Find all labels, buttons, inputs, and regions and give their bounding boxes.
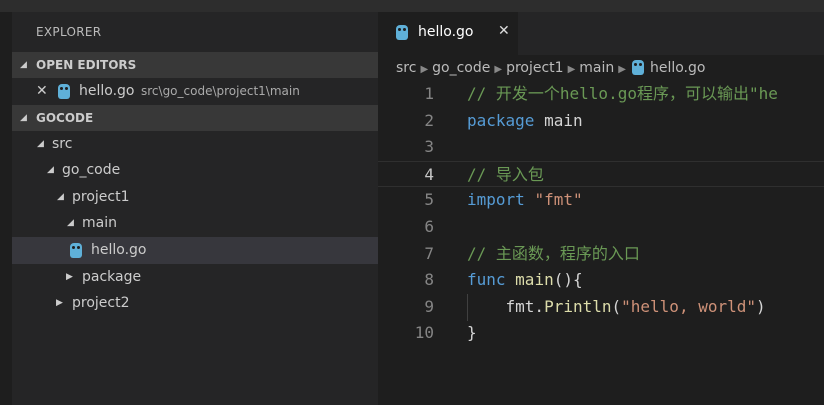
collapse-triangle-icon: ◢ [20, 112, 27, 123]
code-text: // 导入包 [467, 162, 544, 189]
chevron-right-icon: ▶ [567, 64, 576, 75]
code-token: // 导入包 [467, 164, 544, 184]
tree-label: hello.go [91, 241, 147, 258]
line-number: 6 [424, 217, 434, 236]
tree-item-main[interactable]: ◢ main [12, 210, 378, 237]
code-line[interactable]: 7 // 主函数，程序的入口 [378, 241, 824, 268]
collapsed-arrow-icon: ▶ [56, 298, 63, 309]
window-top-strip [0, 0, 824, 12]
code-token: func [467, 270, 506, 290]
code-token: (){ [553, 270, 583, 290]
line-number: 5 [424, 190, 434, 210]
code-token: package [467, 110, 535, 130]
open-editors-label: OPEN EDITORS [36, 58, 137, 72]
explorer-title: EXPLORER [36, 25, 102, 39]
code-editor: hello.go ✕ src ▶ go_code ▶ project1 ▶ main ▶ hel… [378, 12, 824, 405]
breadcrumb: src ▶ go_code ▶ project1 ▶ main ▶ hello.go [378, 55, 824, 81]
line-number: 7 [424, 243, 434, 263]
line-number: 1 [424, 84, 434, 103]
collapsed-arrow-icon: ▶ [66, 271, 73, 282]
breadcrumb-item[interactable]: project1 [506, 60, 564, 76]
tree-label: main [82, 215, 117, 232]
line-number: 2 [424, 110, 434, 130]
line-number: 10 [414, 323, 434, 343]
chevron-right-icon: ▶ [618, 64, 626, 75]
code-line[interactable]: 9 fmt.Println("hello, world") [378, 294, 824, 321]
line-number: 4 [424, 164, 434, 184]
code-token: "fmt" [534, 190, 583, 210]
code-text: // 主函数，程序的入口 [467, 241, 640, 268]
breadcrumb-item[interactable]: go_code [432, 60, 490, 76]
code-token: // 主函数，程序的入口 [467, 243, 640, 263]
code-text: package main [467, 108, 583, 135]
collapse-triangle-icon: ◢ [20, 60, 27, 70]
gocode-folder-header[interactable]: ◢ GOCODE [12, 104, 378, 131]
code-line[interactable]: 3 [378, 134, 824, 161]
breadcrumb-item[interactable]: hello.go [650, 60, 706, 76]
code-token: ( [611, 296, 622, 316]
expanded-arrow-icon: ◢ [47, 165, 54, 176]
code-text: fmt.Println("hello, world") [467, 294, 766, 321]
go-file-icon [396, 25, 408, 40]
expanded-arrow-icon: ◢ [57, 191, 64, 202]
tree-item-src[interactable]: ◢ src [12, 131, 378, 158]
open-editor-filename: hello.go [79, 83, 135, 99]
code-line[interactable]: 6 [378, 214, 824, 241]
go-file-icon [58, 84, 70, 99]
open-editors-header[interactable]: ◢ OPEN EDITORS [12, 52, 378, 78]
go-file-icon [70, 242, 82, 258]
open-editor-path: src\go_code\project1\main [141, 84, 300, 98]
code-line[interactable]: 2 package main [378, 108, 824, 135]
gocode-label: GOCODE [36, 110, 94, 125]
code-text: import "fmt" [467, 187, 583, 214]
code-token: main [515, 270, 554, 290]
close-icon[interactable]: ✕ [36, 78, 48, 105]
chevron-right-icon: ▶ [494, 64, 503, 75]
breadcrumb-item[interactable]: main [579, 60, 614, 76]
code-line[interactable]: 5 import "fmt" [378, 187, 824, 214]
code-token: ) [756, 296, 766, 316]
chevron-right-icon: ▶ [420, 64, 429, 75]
code-text: func main(){ [467, 267, 583, 294]
code-line[interactable]: 8 func main(){ [378, 267, 824, 294]
code-token: main [534, 110, 583, 130]
indent-guide [467, 293, 468, 321]
expanded-arrow-icon: ◢ [37, 138, 44, 149]
close-icon[interactable]: ✕ [498, 23, 510, 39]
line-number: 3 [424, 137, 434, 157]
code-text: } [467, 320, 477, 347]
tree-item-go-code[interactable]: ◢ go_code [12, 157, 378, 184]
code-token: fmt. [467, 296, 545, 316]
tree-label: src [52, 135, 73, 152]
tree-item-project2[interactable]: ▶ project2 [12, 290, 378, 317]
code-token: } [467, 323, 477, 343]
tree-item-hello-go[interactable]: hello.go [12, 236, 378, 264]
open-editor-item[interactable]: ✕ hello.go src\go_code\project1\main [12, 78, 378, 105]
breadcrumb-item[interactable]: src [396, 60, 416, 76]
code-token: // 开发一个hello.go程序，可以输出"he [467, 84, 778, 103]
tab-bar: hello.go ✕ [378, 12, 824, 55]
explorer-sidebar: EXPLORER ◢ OPEN EDITORS ✕ hello.go src\g… [12, 12, 378, 405]
tab-label: hello.go [418, 24, 474, 40]
tree-label: project1 [72, 188, 130, 205]
tab-hello-go[interactable]: hello.go ✕ [378, 12, 518, 55]
tree-label: go_code [62, 162, 121, 179]
tree-item-package[interactable]: ▶ package [12, 264, 378, 291]
tree-label: project2 [72, 295, 130, 312]
code-line[interactable]: 4 // 导入包 [378, 160, 824, 189]
code-token: Println [544, 296, 612, 316]
code-token: "hello, world" [621, 296, 756, 316]
code-token: import [467, 190, 525, 210]
code-text: // 开发一个hello.go程序，可以输出"he [467, 81, 778, 108]
go-file-icon [631, 59, 644, 75]
tree-item-project1[interactable]: ◢ project1 [12, 184, 378, 211]
tree-label: package [82, 268, 142, 285]
line-number: 9 [424, 296, 434, 316]
line-number: 8 [424, 270, 434, 290]
expanded-arrow-icon: ◢ [67, 218, 74, 229]
code-line[interactable]: 10} [378, 320, 824, 347]
code-line[interactable]: 1 // 开发一个hello.go程序，可以输出"he [378, 81, 824, 108]
